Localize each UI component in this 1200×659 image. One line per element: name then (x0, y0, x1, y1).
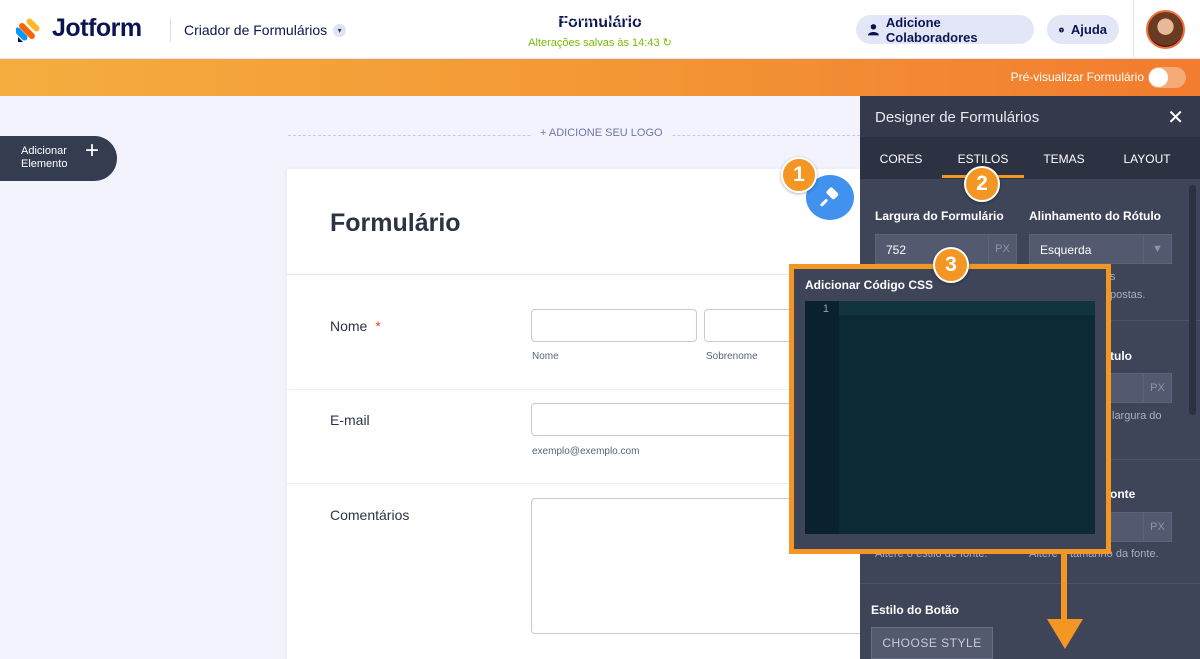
form-width-label: Largura do Formulário (875, 209, 1004, 223)
plus-icon: + (85, 137, 100, 164)
step-badge-2: 2 (964, 166, 1000, 202)
builder-dropdown[interactable]: Criador de Formulários ▾ (184, 22, 347, 38)
close-icon[interactable]: ✕ (1167, 105, 1184, 130)
field-divider (287, 483, 860, 484)
label-alignment-label: Alinhamento do Rótulo (1029, 209, 1161, 223)
email-sublabel: exemplo@exemplo.com (532, 446, 640, 457)
arrow-down-annotation (1047, 549, 1083, 649)
first-name-input[interactable] (531, 309, 697, 342)
choose-style-button[interactable]: CHOOSE STYLE (871, 627, 993, 659)
form-card: Formulário Nome * Nome Sobrenome E-mail e… (287, 169, 871, 659)
chevron-down-icon: ▼ (1143, 235, 1171, 263)
field-divider (287, 389, 860, 390)
add-logo-link[interactable]: + ADICIONE SEU LOGO (532, 127, 671, 139)
name-label-text: Nome (330, 318, 368, 334)
alignment-hint-partial-2: postas. (1110, 289, 1146, 301)
last-name-sublabel: Sobrenome (706, 351, 758, 362)
builder-title: Criador de Formulários (184, 22, 328, 38)
help-label: Ajuda (1070, 22, 1107, 37)
tab-configuracoes[interactable]: CONFIGURAÇÕES (510, 0, 664, 37)
help-button[interactable]: ? Ajuda (1047, 15, 1119, 44)
button-style-label: Estilo do Botão (871, 603, 959, 617)
brand-name: Jotform (52, 14, 142, 42)
line-number: 1 (822, 303, 829, 315)
svg-text:?: ? (1060, 28, 1062, 32)
toggle-knob (1149, 68, 1168, 87)
tab-layout[interactable]: LAYOUT (1119, 152, 1175, 166)
header-divider-right (1133, 0, 1134, 59)
designer-title: Designer de Formulários (875, 109, 1040, 126)
preview-toggle[interactable] (1148, 67, 1186, 88)
css-code-popup: Adicionar Código CSS 1 (789, 264, 1111, 554)
unit-tag: PX (1143, 513, 1171, 541)
add-element-label-1: Adicionar (21, 145, 67, 157)
paint-roller-icon (820, 186, 839, 206)
comments-field-label: Comentários (330, 507, 410, 523)
help-icon: ? (1059, 27, 1064, 32)
designer-tabs: CORES ESTILOS TEMAS LAYOUT (860, 137, 1200, 179)
tab-cores[interactable]: CORES (875, 152, 927, 166)
panel-divider (860, 583, 1200, 584)
header-divider (170, 18, 171, 42)
add-collaborators-button[interactable]: Adicione Colaboradores (856, 14, 1034, 45)
unit-tag: PX (988, 235, 1016, 263)
font-size-input[interactable]: PX (1110, 512, 1172, 542)
label-alignment-select[interactable]: Esquerda ▼ (1029, 234, 1172, 264)
required-mark: * (375, 318, 381, 334)
css-popup-title: Adicionar Código CSS (805, 278, 934, 292)
preview-label: Pré-visualizar Formulário (1010, 70, 1144, 84)
label-alignment-value: Esquerda (1040, 243, 1092, 257)
jotform-logo-icon (14, 15, 44, 43)
tab-temas[interactable]: TEMAS (1038, 152, 1090, 166)
step-badge-3: 3 (933, 247, 969, 283)
form-heading[interactable]: Formulário (330, 209, 461, 238)
brand-logo[interactable]: Jotform (14, 14, 142, 43)
add-element-button[interactable]: Adicionar Elemento + (0, 136, 117, 181)
font-size-label-partial: onte (1110, 487, 1136, 501)
label-width-input[interactable]: PX (1110, 373, 1172, 403)
name-field-label: Nome * (330, 318, 381, 334)
user-avatar[interactable] (1146, 10, 1185, 49)
tab-criar[interactable]: CRIAR (409, 0, 499, 37)
label-width-label-partial: tulo (1110, 349, 1132, 363)
tab-estilos[interactable]: ESTILOS (954, 152, 1012, 166)
active-line-highlight (839, 301, 1095, 315)
email-field-label: E-mail (330, 412, 370, 428)
user-icon (868, 24, 879, 36)
form-width-value: 752 (886, 243, 907, 257)
first-name-sublabel: Nome (532, 351, 559, 362)
form-header: Formulário (287, 169, 860, 275)
step-badge-1: 1 (781, 157, 817, 193)
unit-tag: PX (1143, 374, 1171, 402)
line-number-gutter: 1 (805, 301, 839, 534)
label-width-hint-partial: largura do (1112, 410, 1162, 422)
designer-header: Designer de Formulários ✕ (860, 96, 1200, 137)
add-element-label-2: Elemento (21, 158, 68, 170)
chevron-down-icon: ▾ (333, 23, 347, 37)
panel-scrollbar[interactable] (1189, 185, 1196, 415)
tab-publicar[interactable]: PUBLICAR (688, 0, 780, 37)
add-collaborators-label: Adicione Colaboradores (885, 14, 978, 45)
css-code-editor[interactable]: 1 (805, 301, 1095, 534)
